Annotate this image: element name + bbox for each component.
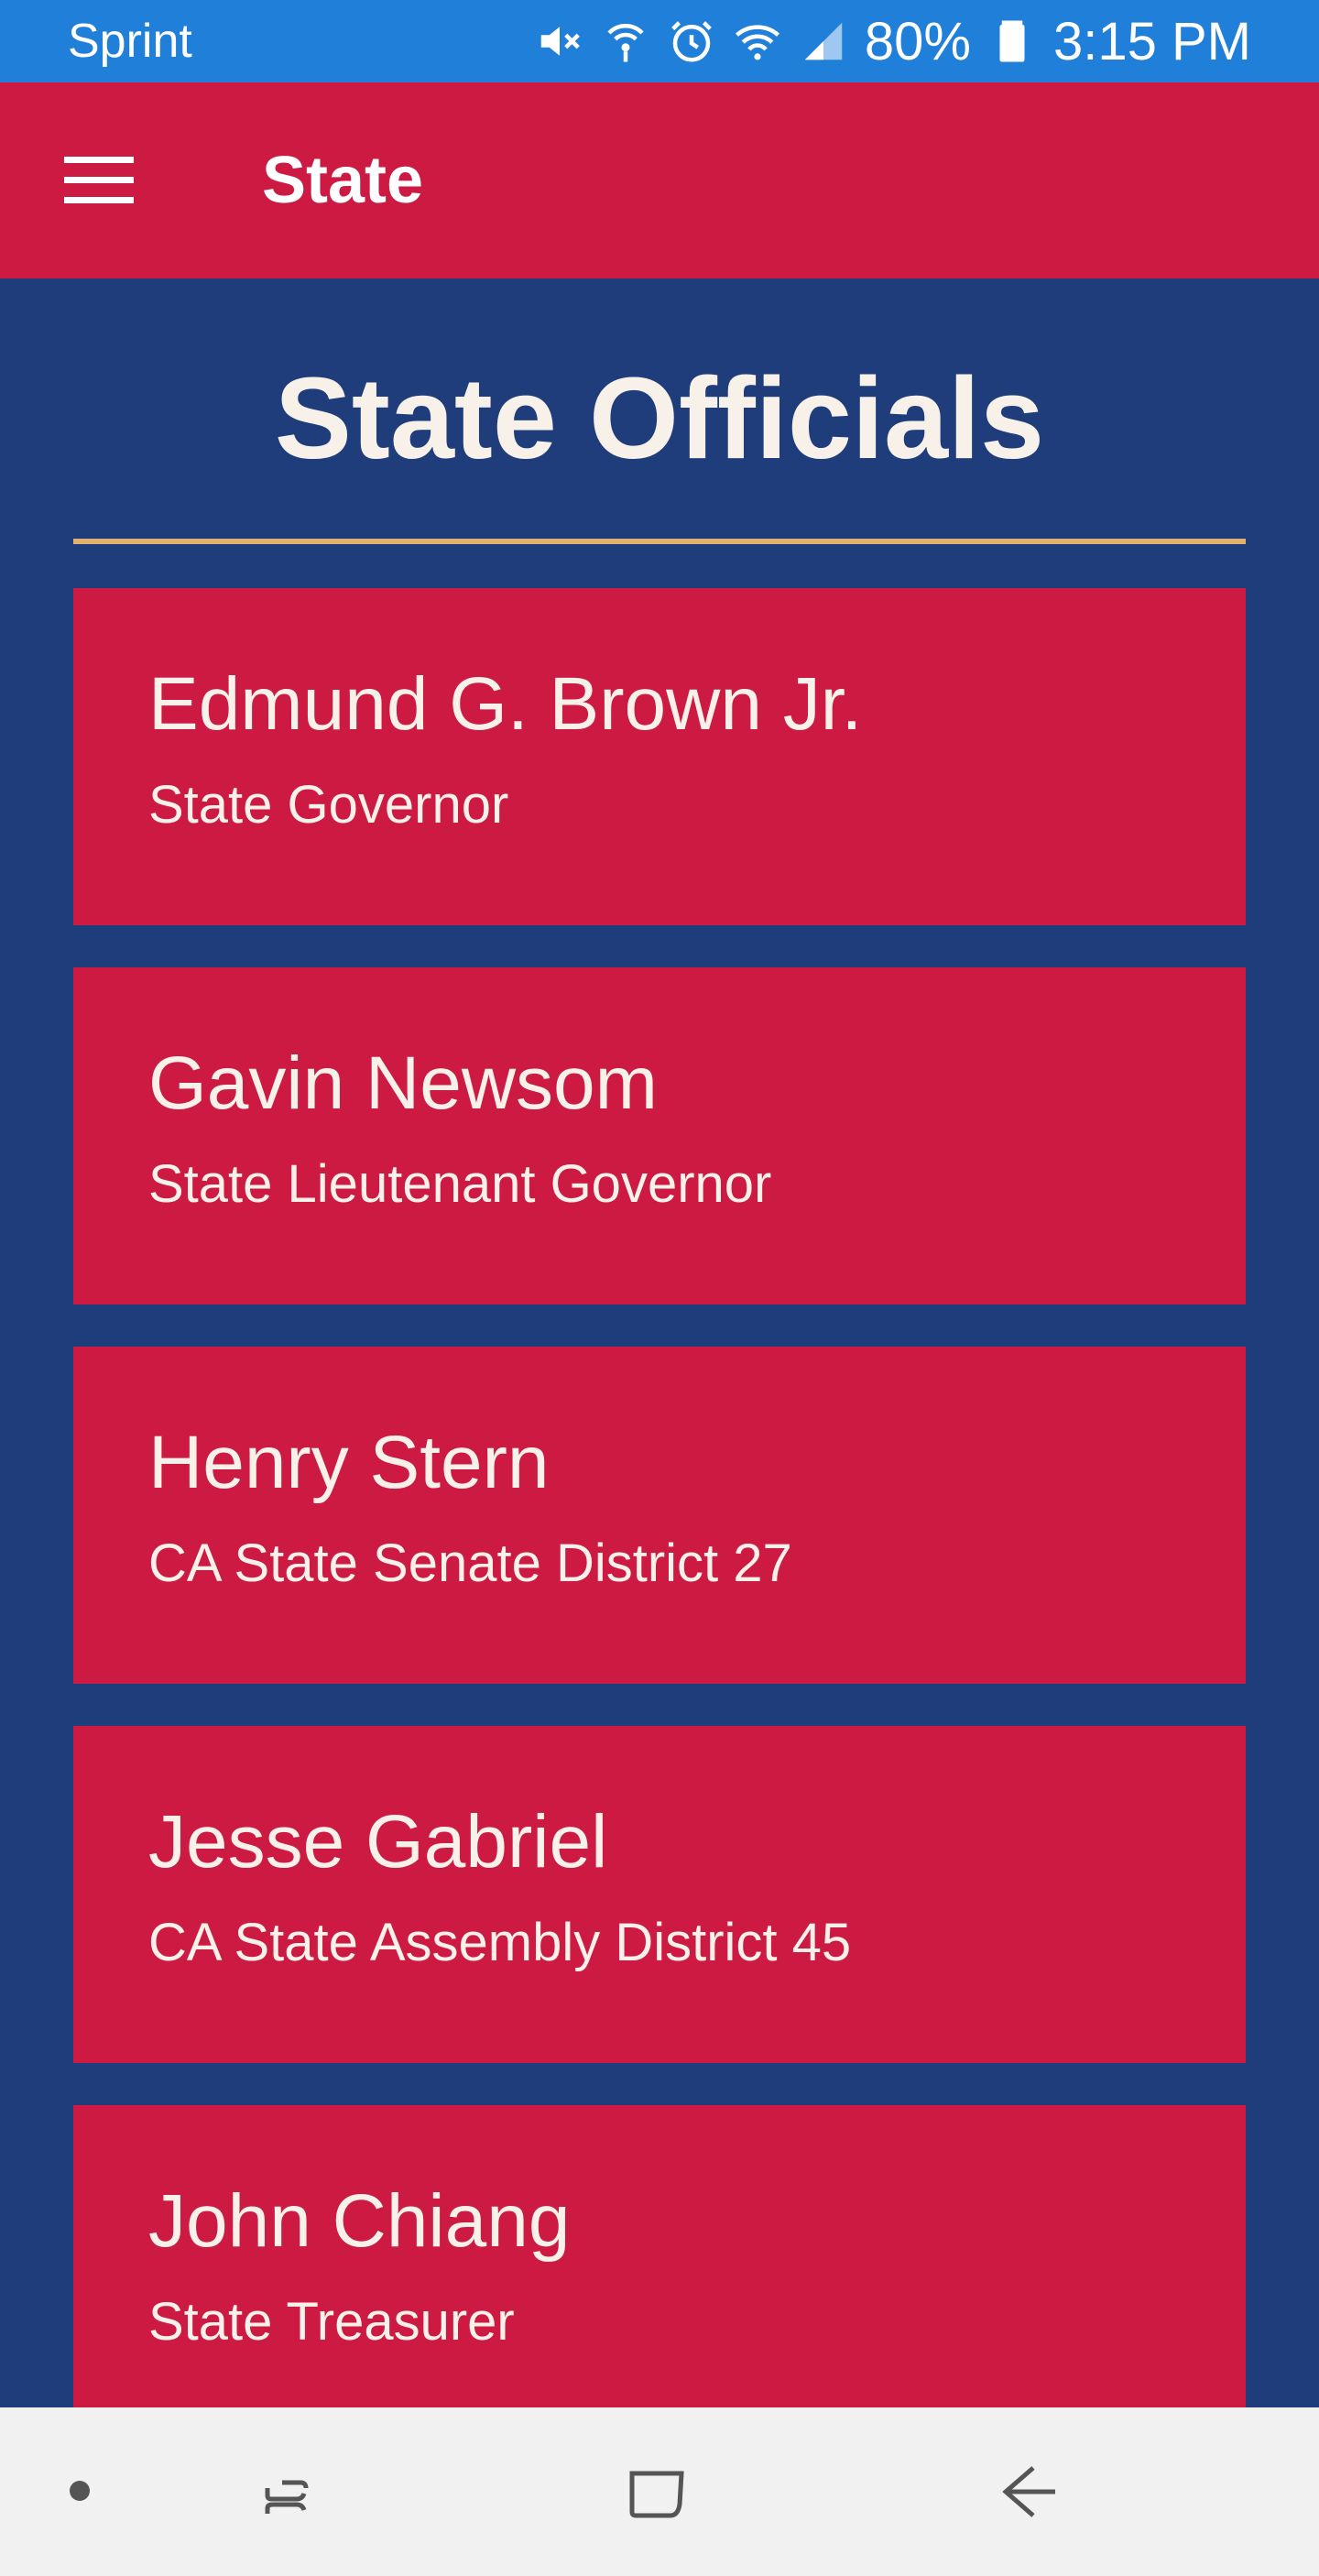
official-name: John Chiang (148, 2179, 571, 2263)
app-bar: State (0, 82, 1319, 278)
battery-percent: 80% (864, 11, 971, 71)
menu-button[interactable] (51, 139, 152, 222)
official-card[interactable]: Jesse Gabriel CA State Assembly District… (73, 1726, 1246, 2063)
carrier-label: Sprint (68, 15, 192, 68)
officials-list: Edmund G. Brown Jr. State Governor Gavin… (73, 588, 1246, 2484)
official-name: Gavin Newsom (148, 1042, 658, 1125)
app-bar-title: State (262, 144, 424, 217)
official-office: State Lieutenant Governor (148, 1154, 772, 1214)
mute-icon (535, 16, 584, 66)
official-card[interactable]: Henry Stern CA State Senate District 27 (73, 1347, 1246, 1684)
system-navigation-bar (0, 2407, 1319, 2576)
official-name: Henry Stern (148, 1421, 550, 1504)
page-title: State Officials (274, 354, 1045, 483)
hotspot-icon (601, 16, 650, 66)
official-card[interactable]: Edmund G. Brown Jr. State Governor (73, 588, 1246, 925)
recent-apps-button[interactable] (247, 2450, 330, 2532)
home-button[interactable] (616, 2450, 698, 2532)
official-name: Edmund G. Brown Jr. (148, 662, 863, 746)
status-bar: Sprint 80% 3:15 PM (0, 0, 1319, 82)
hamburger-menu-icon (64, 157, 134, 203)
official-office: State Governor (148, 775, 509, 835)
official-name: Jesse Gabriel (148, 1800, 608, 1883)
dot-icon[interactable] (38, 2450, 121, 2532)
battery-icon (987, 16, 1037, 66)
recent-apps-icon (265, 2480, 309, 2514)
signal-icon (799, 16, 848, 66)
alarm-icon (667, 16, 716, 66)
official-office: CA State Senate District 27 (148, 1534, 792, 1593)
status-indicators: 80% 3:15 PM (535, 11, 1251, 72)
home-icon (629, 2471, 684, 2518)
title-divider (73, 539, 1246, 544)
official-office: State Treasurer (148, 2292, 515, 2352)
back-button[interactable] (986, 2450, 1068, 2532)
back-icon (1002, 2466, 1055, 2517)
official-office: CA State Assembly District 45 (148, 1913, 852, 1972)
wifi-icon (733, 16, 782, 66)
clock: 3:15 PM (1053, 11, 1251, 71)
official-card[interactable]: John Chiang State Treasurer (73, 2105, 1246, 2442)
official-card[interactable]: Gavin Newsom State Lieutenant Governor (73, 967, 1246, 1304)
